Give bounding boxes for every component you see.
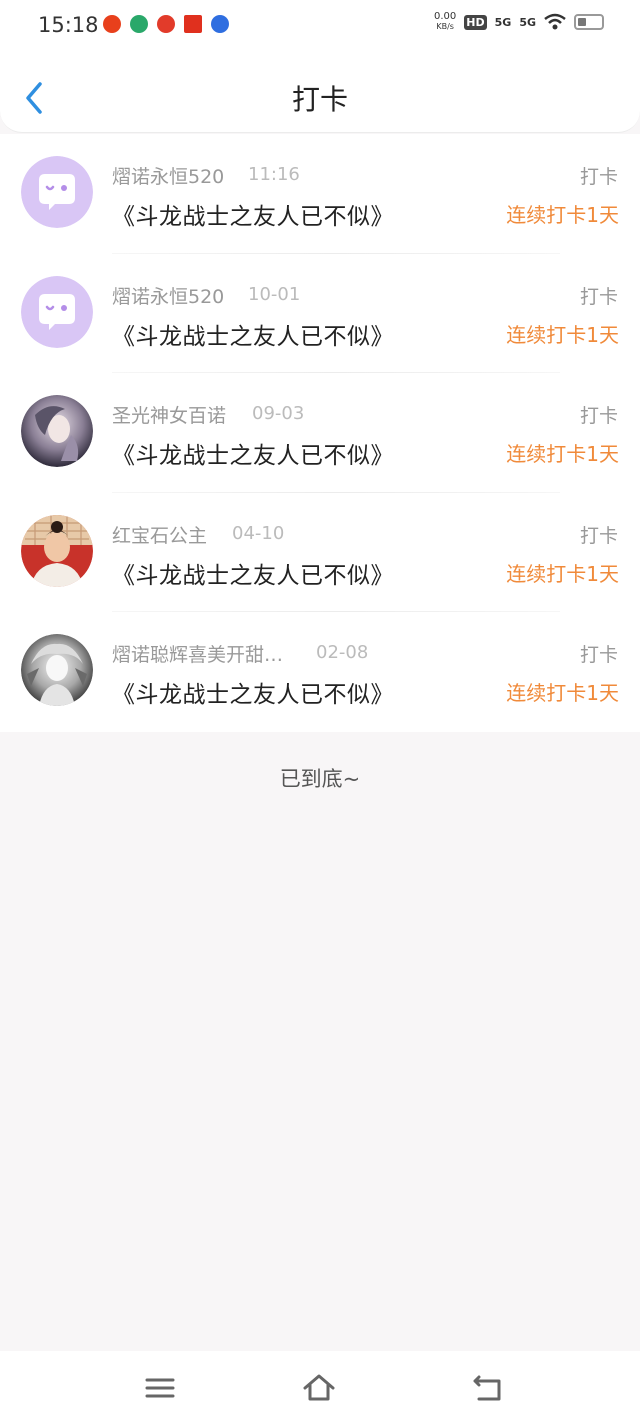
list-item[interactable]: 红宝石公主 04-10 《斗龙战士之友人已不似》 打卡 连续打卡1天 (0, 493, 640, 613)
home-icon (303, 1374, 335, 1401)
checkin-label: 打卡 (579, 644, 618, 667)
avatar[interactable] (21, 634, 93, 707)
checkin-label: 打卡 (579, 166, 618, 188)
list-item[interactable]: 圣光神女百诺 09-03 《斗龙战士之友人已不似》 打卡 连续打卡1天 (0, 373, 640, 493)
user-name: 圣光神女百诺 (112, 405, 227, 428)
checkin-time: 11:16 (248, 164, 300, 185)
streak-label: 连续打卡1天 (506, 203, 619, 227)
avatar[interactable] (21, 514, 93, 587)
return-icon (473, 1375, 501, 1401)
network-speed: 0.00 KB/s (434, 11, 457, 32)
menu-icon (145, 1378, 175, 1398)
page-title: 打卡 (291, 83, 348, 116)
end-of-list-text: 已到底~ (279, 767, 361, 791)
app-notification-icon (157, 15, 175, 33)
checkin-time: 10-01 (248, 283, 301, 305)
streak-label: 连续打卡1天 (506, 322, 619, 347)
avatar[interactable] (21, 395, 93, 468)
book-title: 《斗龙战士之友人已不似》 (112, 562, 394, 589)
user-name: 熠诺永恒520 (112, 166, 225, 188)
checkin-list: 熠诺永恒520 11:16 《斗龙战士之友人已不似》 打卡 连续打卡1天 熠诺永… (0, 134, 640, 732)
avatar[interactable] (21, 275, 93, 348)
header: 打卡 (0, 52, 640, 133)
book-title: 《斗龙战士之友人已不似》 (112, 323, 394, 350)
book-title: 《斗龙战士之友人已不似》 (112, 204, 394, 230)
checkin-label: 打卡 (579, 524, 618, 547)
system-indicators: 0.00 KB/s HD 5G 5G (434, 12, 604, 32)
user-name: 熠诺永恒520 (112, 285, 225, 308)
hd-icon: HD (464, 14, 487, 30)
home-button[interactable] (302, 1371, 336, 1405)
app-notification-icon (130, 15, 148, 33)
signal-icon: 5G (494, 15, 512, 29)
app-notification-icon (184, 15, 202, 33)
app-notification-icon (103, 15, 121, 33)
user-name: 红宝石公主 (112, 524, 208, 547)
status-bar: 15:18 0.00 KB/s HD 5G 5G (0, 0, 640, 52)
book-title: 《斗龙战士之友人已不似》 (112, 443, 394, 470)
signal-icon: 5G (519, 15, 536, 29)
chat-bubble-icon (21, 275, 93, 348)
back-nav-button[interactable] (471, 1371, 505, 1405)
checkin-time: 09-03 (252, 403, 305, 425)
app-notification-icon (211, 15, 229, 33)
list-item[interactable]: 熠诺聪辉喜美开甜… 02-08 《斗龙战士之友人已不似》 打卡 连续打卡1天 (0, 612, 640, 732)
book-title: 《斗龙战士之友人已不似》 (112, 682, 394, 709)
checkin-label: 打卡 (579, 285, 618, 308)
streak-label: 连续打卡1天 (506, 681, 619, 706)
user-photo-icon (21, 514, 93, 587)
list-item[interactable]: 熠诺永恒520 10-01 《斗龙战士之友人已不似》 打卡 连续打卡1天 (0, 254, 640, 374)
menu-button[interactable] (143, 1371, 177, 1405)
avatar[interactable] (21, 156, 93, 228)
battery-icon (574, 14, 604, 30)
system-navigation-bar (0, 1351, 640, 1427)
status-time: 15:18 (38, 13, 99, 37)
streak-label: 连续打卡1天 (506, 442, 619, 467)
notification-icons (103, 15, 229, 33)
checkin-label: 打卡 (579, 405, 618, 428)
user-photo-icon (21, 634, 93, 707)
chat-bubble-icon (21, 156, 93, 228)
checkin-time: 02-08 (316, 642, 369, 664)
wifi-icon (544, 13, 566, 30)
list-item[interactable]: 熠诺永恒520 11:16 《斗龙战士之友人已不似》 打卡 连续打卡1天 (0, 134, 640, 254)
user-photo-icon (21, 395, 93, 468)
streak-label: 连续打卡1天 (506, 561, 619, 586)
checkin-time: 04-10 (232, 522, 285, 544)
user-name: 熠诺聪辉喜美开甜… (112, 644, 284, 667)
